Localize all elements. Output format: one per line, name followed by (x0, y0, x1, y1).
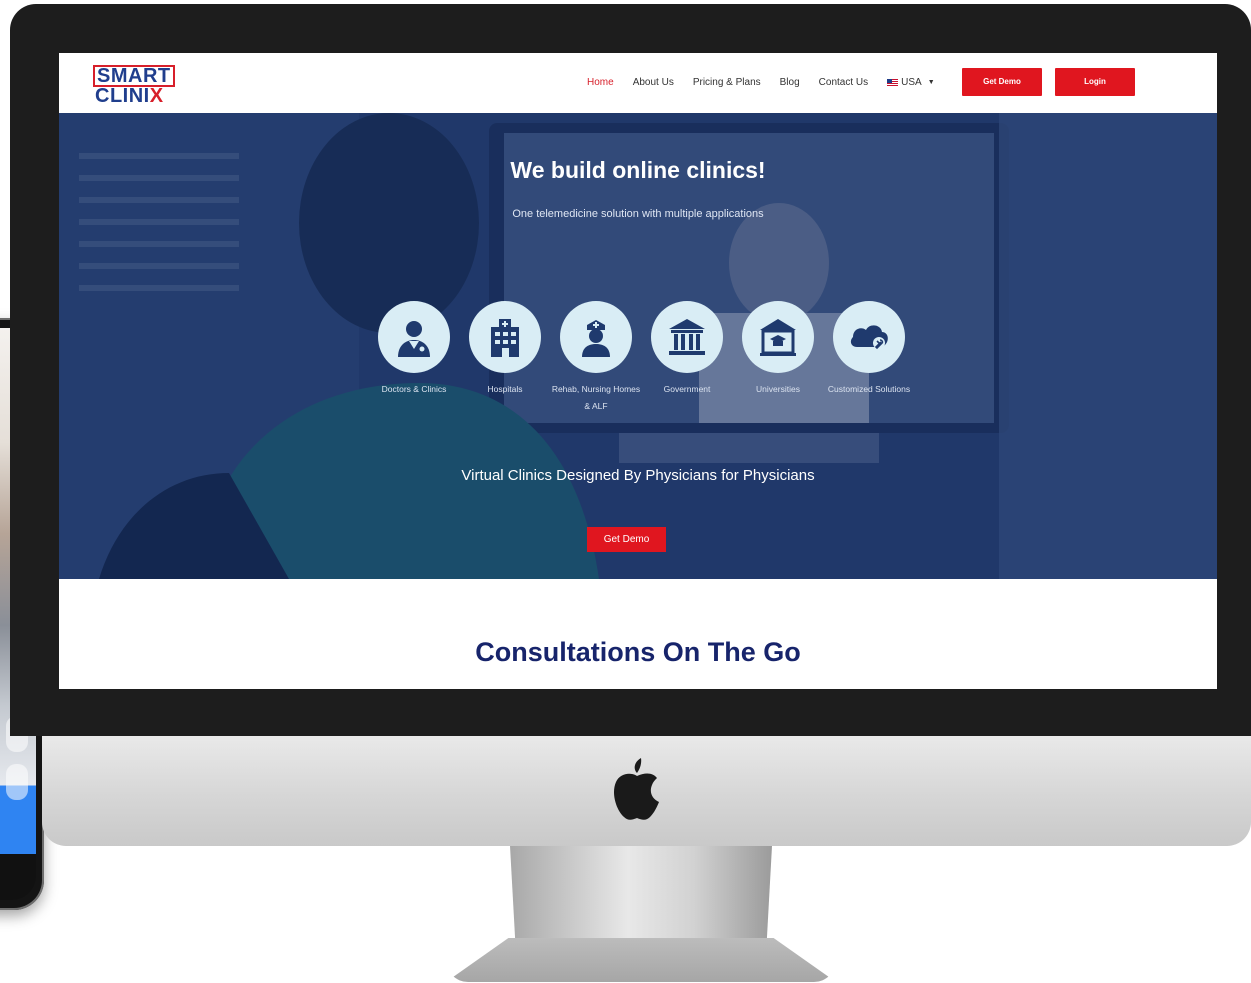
hero-section: We build online clinics! One telemedicin… (59, 113, 1217, 579)
service-customized-solutions[interactable]: Customized Solutions (824, 301, 914, 398)
service-hospitals[interactable]: Hospitals (460, 301, 550, 398)
nav-pricing-plans[interactable]: Pricing & Plans (693, 77, 761, 88)
nav-blog[interactable]: Blog (780, 77, 800, 88)
services-row: Doctors & Clinics Hospitals Rehab, Nursi… (369, 301, 917, 411)
hero-title: We build online clinics! (510, 157, 766, 183)
caret-down-icon: ▼ (927, 79, 935, 86)
navbar: SMART CLINIX Home About Us Pricing & Pla… (59, 53, 1217, 113)
nav-home[interactable]: Home (587, 77, 614, 88)
service-label: Universities (756, 384, 800, 394)
service-universities[interactable]: Universities (733, 301, 823, 398)
service-label: Government (663, 384, 711, 394)
nav-about-us[interactable]: About Us (633, 77, 674, 88)
service-label: Rehab, Nursing Homes & ALF (551, 384, 641, 411)
service-government[interactable]: Government (642, 301, 732, 398)
university-icon (760, 319, 796, 356)
section-title: Consultations On The Go (475, 637, 801, 667)
logo-text-x: X (149, 85, 164, 107)
apple-logo-icon (613, 758, 659, 820)
service-label: Hospitals (487, 384, 523, 394)
hero-get-demo-button[interactable]: Get Demo (587, 527, 666, 552)
government-building-icon (669, 319, 705, 355)
hero-subtitle: One telemedicine solution with multiple … (512, 208, 764, 220)
hospital-icon (491, 319, 519, 357)
nav-get-demo-button[interactable]: Get Demo (962, 68, 1042, 96)
service-label: Doctors & Clinics (381, 384, 447, 394)
login-button[interactable]: Login (1055, 68, 1135, 96)
phone-control-icon (6, 764, 28, 800)
logo-text-smart: SMART (93, 65, 175, 87)
language-label: USA (901, 77, 922, 88)
logo-text-clini: CLINI (95, 85, 150, 107)
cloud-wrench-icon (850, 325, 888, 350)
website-screen: SMART CLINIX Home About Us Pricing & Pla… (59, 53, 1217, 689)
monitor-stand-base (446, 938, 836, 982)
doctor-icon (398, 321, 430, 357)
service-rehab-nursing[interactable]: Rehab, Nursing Homes & ALF (551, 301, 641, 415)
service-label: Customized Solutions (827, 384, 911, 394)
language-selector[interactable]: USA ▼ (887, 77, 935, 88)
nurse-icon (582, 320, 610, 357)
monitor-stand (510, 846, 772, 941)
nav-contact-us[interactable]: Contact Us (819, 77, 868, 88)
nav-menu: Home About Us Pricing & Plans Blog Conta… (587, 77, 935, 88)
us-flag-icon (887, 79, 899, 86)
service-doctors-clinics[interactable]: Doctors & Clinics (369, 301, 459, 398)
hero-tagline: Virtual Clinics Designed By Physicians f… (461, 467, 815, 484)
smart-clinix-logo[interactable]: SMART CLINIX (93, 65, 185, 107)
